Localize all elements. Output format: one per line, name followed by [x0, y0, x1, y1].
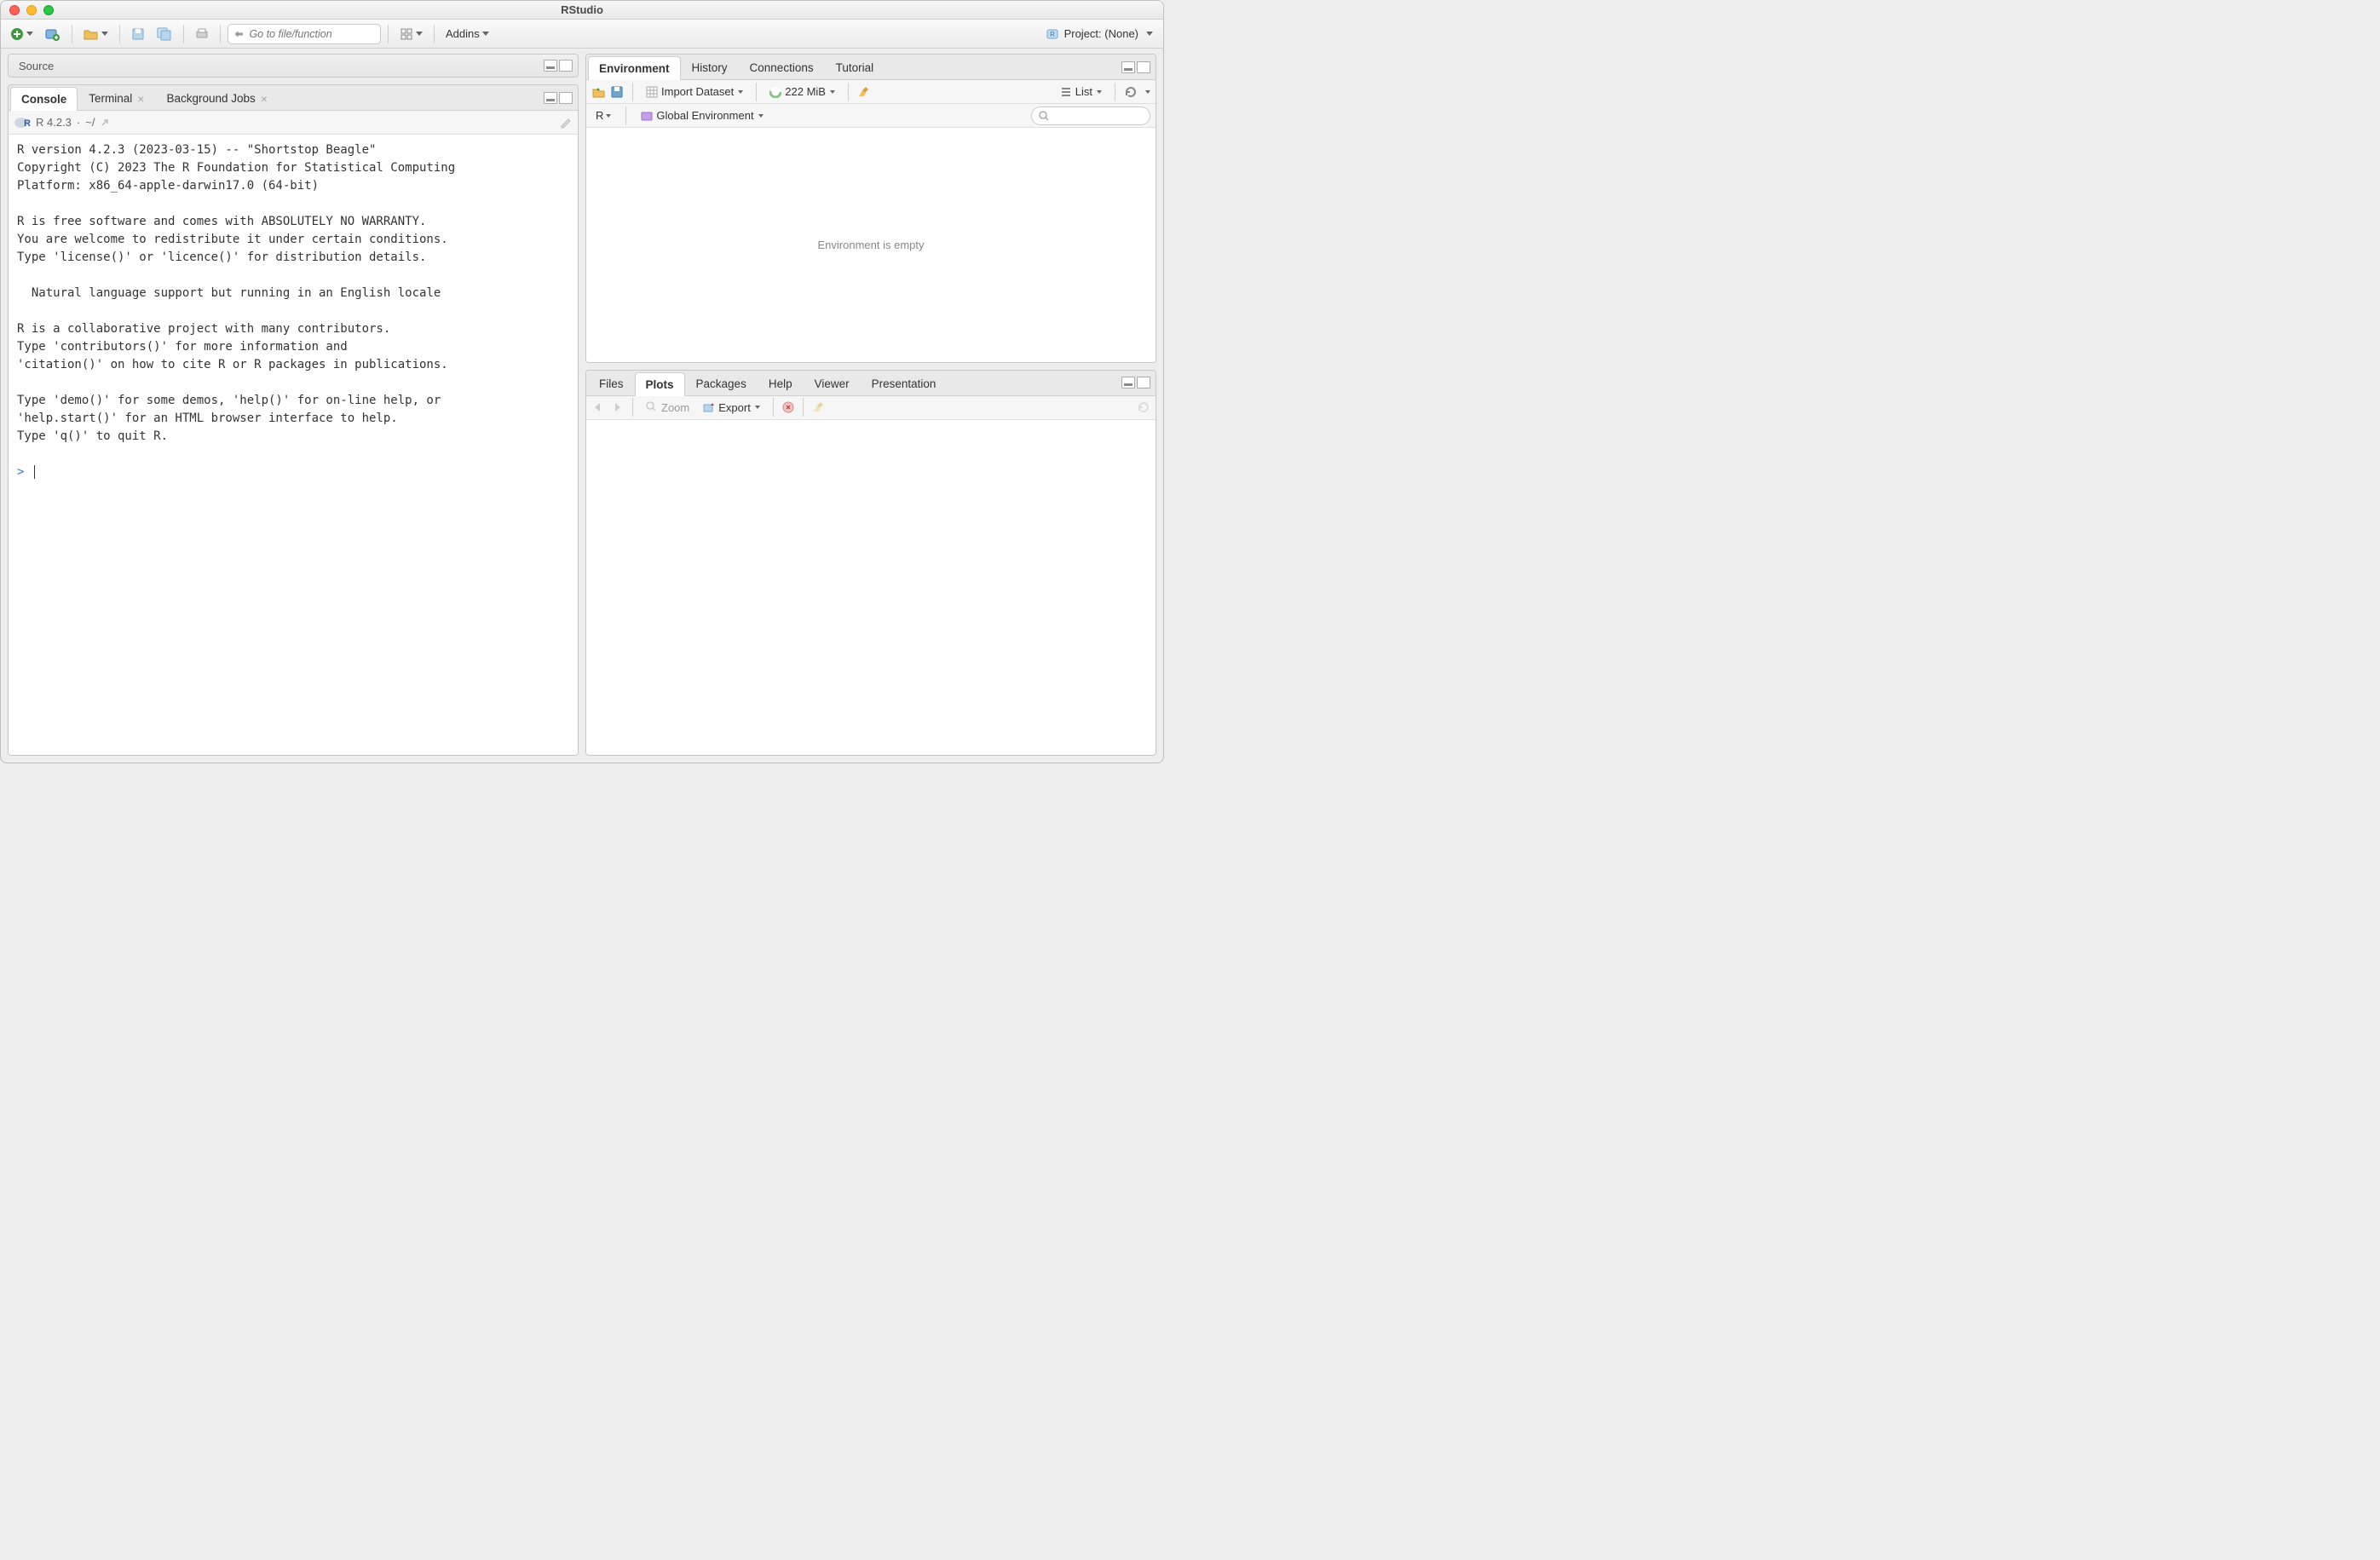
broom-icon[interactable] — [857, 85, 871, 99]
import-dataset-button[interactable]: Import Dataset — [642, 82, 747, 102]
addins-label: Addins — [446, 27, 480, 40]
language-picker[interactable]: R — [591, 106, 615, 126]
console-minimize-button[interactable] — [544, 92, 557, 104]
new-project-button[interactable] — [41, 24, 65, 44]
env-minimize-button[interactable] — [1121, 61, 1135, 73]
save-workspace-icon[interactable] — [610, 85, 624, 99]
console-pane: Console Terminal× Background Jobs× R R 4… — [8, 84, 579, 756]
project-menu[interactable]: R Project: (None) — [1040, 24, 1158, 44]
load-workspace-icon[interactable] — [591, 85, 605, 99]
environment-pane: Environment History Connections Tutorial — [585, 54, 1156, 363]
console-maximize-button[interactable] — [559, 92, 573, 104]
memory-usage[interactable]: 222 MiB — [765, 82, 839, 102]
source-maximize-button[interactable] — [559, 60, 573, 72]
clear-console-icon[interactable] — [559, 116, 573, 130]
tab-packages[interactable]: Packages — [685, 371, 758, 395]
cursor — [34, 465, 35, 479]
tab-tutorial[interactable]: Tutorial — [825, 55, 885, 79]
tab-history[interactable]: History — [681, 55, 739, 79]
print-button[interactable] — [191, 24, 213, 44]
minimize-window-button[interactable] — [26, 5, 37, 15]
remove-plot-icon[interactable] — [782, 401, 794, 413]
list-label: List — [1075, 85, 1092, 98]
tab-presentation[interactable]: Presentation — [861, 371, 948, 395]
open-file-button[interactable] — [79, 24, 112, 44]
plots-body — [586, 420, 1155, 755]
tab-files[interactable]: Files — [588, 371, 635, 395]
export-button[interactable]: Export — [699, 397, 764, 417]
svg-text:R: R — [24, 118, 31, 129]
source-title: Source — [14, 60, 59, 72]
env-maximize-button[interactable] — [1137, 61, 1150, 73]
plots-minimize-button[interactable] — [1121, 377, 1135, 389]
export-label: Export — [718, 401, 751, 414]
titlebar: RStudio — [1, 1, 1163, 20]
workspace: Source Console Terminal× Background Jobs… — [1, 49, 1163, 763]
console-prompt: > — [17, 465, 24, 479]
scope-picker[interactable]: Global Environment — [637, 106, 767, 126]
plot-next-icon[interactable] — [610, 401, 624, 413]
grid-view-button[interactable] — [395, 24, 427, 44]
goto-input[interactable] — [249, 28, 375, 40]
r-version: R 4.2.3 — [36, 116, 72, 129]
tab-viewer[interactable]: Viewer — [804, 371, 861, 395]
plots-maximize-button[interactable] — [1137, 377, 1150, 389]
r-icon: R — [14, 116, 31, 130]
close-icon[interactable]: × — [261, 93, 268, 105]
project-label: Project: (None) — [1064, 27, 1138, 40]
scope-label: Global Environment — [656, 109, 753, 122]
svg-text:R: R — [1050, 31, 1055, 38]
zoom-button[interactable]: Zoom — [642, 397, 694, 417]
zoom-window-button[interactable] — [43, 5, 54, 15]
save-all-button[interactable] — [153, 24, 176, 44]
close-icon[interactable]: × — [137, 93, 144, 105]
tab-plots[interactable]: Plots — [635, 372, 685, 396]
tab-terminal[interactable]: Terminal× — [78, 86, 155, 110]
window-title: RStudio — [1, 3, 1163, 16]
refresh-plots-icon[interactable] — [1137, 400, 1150, 414]
tab-background-jobs[interactable]: Background Jobs× — [155, 86, 279, 110]
search-icon — [1039, 111, 1049, 121]
save-button[interactable] — [127, 24, 149, 44]
new-file-button[interactable] — [6, 24, 37, 44]
tab-environment[interactable]: Environment — [588, 56, 681, 80]
list-view-button[interactable]: List — [1056, 82, 1106, 102]
addins-menu[interactable]: Addins — [441, 24, 493, 44]
plot-prev-icon[interactable] — [591, 401, 605, 413]
source-pane: Source — [8, 54, 579, 78]
zoom-label: Zoom — [661, 401, 689, 414]
env-body: Environment is empty — [586, 128, 1155, 362]
clear-plots-icon[interactable] — [812, 400, 826, 414]
tab-help[interactable]: Help — [758, 371, 804, 395]
source-minimize-button[interactable] — [544, 60, 557, 72]
memory-label: 222 MiB — [785, 85, 826, 98]
tab-connections[interactable]: Connections — [739, 55, 825, 79]
tab-console[interactable]: Console — [10, 87, 78, 111]
import-dataset-label: Import Dataset — [661, 85, 734, 98]
env-empty-text: Environment is empty — [818, 239, 925, 251]
working-dir: ~/ — [85, 116, 95, 129]
env-search[interactable] — [1031, 106, 1150, 125]
plots-pane: Files Plots Packages Help Viewer Present… — [585, 370, 1156, 756]
popup-icon[interactable] — [100, 118, 110, 128]
project-icon: R — [1046, 27, 1059, 41]
refresh-icon[interactable] — [1124, 85, 1138, 99]
close-window-button[interactable] — [9, 5, 20, 15]
rstudio-window: RStudio — [0, 0, 1164, 763]
main-toolbar: Addins R Project: (None) — [1, 20, 1163, 49]
goto-file-function[interactable] — [228, 24, 381, 44]
console-output[interactable]: R version 4.2.3 (2023-03-15) -- "Shortst… — [9, 135, 578, 755]
